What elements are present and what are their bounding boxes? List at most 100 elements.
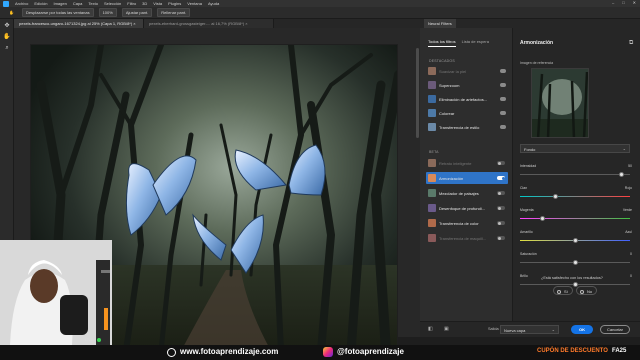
slider-track[interactable] [520,216,630,221]
slider-value: Rojo [624,186,632,190]
filter-label: Transferencia de estilo [439,124,480,130]
filter-toggle[interactable] [497,161,505,165]
filter-thumbnail-icon [428,123,436,131]
tab-wait-list[interactable]: Lista de espera [462,39,489,47]
filter-thumbnail-icon [428,81,436,89]
cloud-download-icon[interactable] [500,83,506,87]
hand-tool-icon[interactable]: ✋ [3,34,11,41]
feedback-yes-label: Sí [564,288,568,294]
filter-toggle[interactable] [497,176,505,180]
live-indicator-icon [97,338,101,342]
filter-toggle[interactable] [497,236,505,240]
website-text: www.fotoaprendizaje.com [180,347,279,356]
menu-capa[interactable]: Capa [73,1,83,6]
menu-archivo[interactable]: Archivo [15,1,28,6]
filter-thumbnail-icon [428,159,436,167]
filter-row[interactable]: Transferencia de maquill... [426,232,508,244]
cloud-download-icon[interactable] [500,111,506,115]
live-label: LIVE [85,337,94,342]
cloud-download-icon[interactable] [500,97,506,101]
slider-knob[interactable] [539,216,545,221]
ok-button[interactable]: OK [571,325,593,334]
cloud-download-icon[interactable] [500,125,506,129]
hand-tool-icon[interactable]: ✋ [6,9,17,16]
menu-filtro[interactable]: Filtro [127,1,136,6]
layer-preview-icon[interactable]: ⧉ [629,40,633,47]
canvas-scrollbar[interactable] [416,48,419,138]
zoom-100-button[interactable]: 100% [98,8,117,17]
slider-knob[interactable] [572,238,578,243]
tab-all-filters[interactable]: Todos los filtros [428,39,456,47]
menu-3d[interactable]: 3D [142,1,147,6]
slider-label: Brillo [520,274,528,278]
filter-thumbnail-icon [428,67,436,75]
slider-label: Saturación [520,252,537,256]
filter-row[interactable]: Eliminación de artefactos... [426,93,508,105]
filter-thumbnail-icon [428,219,436,227]
filters-list-panel: Todos los filtros Lista de espera DESTAC… [420,28,513,337]
minimize-icon[interactable]: – [612,0,614,5]
scroll-all-windows-checkbox[interactable]: Desplazarse por todas las ventanas [21,8,94,17]
menu-texto[interactable]: Texto [88,1,98,6]
output-select[interactable]: Nueva capa ⌄ [500,325,559,334]
radio-icon [580,289,584,294]
tab-document-2[interactable]: pexels-eberhard-grossgasteiger-... al 16… [144,19,274,28]
filter-label: Colorear [439,110,455,116]
move-tool-icon[interactable]: ✥ [3,23,11,30]
tab-document-1[interactable]: pexels-francesco-ungaro-1671324.jpg al 2… [14,19,144,28]
compare-view-icon[interactable]: ◧ [428,326,433,332]
slider-knob[interactable] [552,194,558,199]
filter-label: Transferencia de maquill... [439,235,486,241]
slider-knob[interactable] [618,172,624,177]
filter-row[interactable]: Transferencia de color [426,217,508,229]
filter-row[interactable]: Armonización [426,172,508,184]
menu-plugins[interactable]: Plugins [168,1,181,6]
filter-toggle[interactable] [497,221,505,225]
filter-row[interactable]: Superzoom [426,79,508,91]
menu-ventana[interactable]: Ventana [187,1,202,6]
slider-track[interactable] [520,282,630,287]
slider-track[interactable] [520,260,630,265]
menu-seleccion[interactable]: Selección [104,1,121,6]
filter-label: Mezclador de paisajes [439,190,479,196]
slider-label: Amarillo [520,230,533,234]
layer-mask-icon[interactable]: ▣ [444,326,449,332]
menu-vista[interactable]: Vista [153,1,162,6]
filter-row[interactable]: Mezclador de paisajes [426,187,508,199]
filter-thumbnail-icon [428,204,436,212]
close-icon[interactable]: ✕ [633,0,636,5]
filter-row[interactable]: Transferencia de estilo [426,121,508,133]
slider-track[interactable] [520,172,630,177]
filter-row[interactable]: Retrato inteligente [426,157,508,169]
reference-layer-select[interactable]: Fondo ⌄ [520,144,630,153]
filter-toggle[interactable] [497,191,505,195]
slider-label: Magenta [520,208,534,212]
zoom-tool-icon[interactable]: ⌕ [3,45,11,52]
feedback-yes-button[interactable]: Sí [553,286,573,295]
output-value: Nueva capa [504,327,526,333]
fill-screen-button[interactable]: Rellenar pant. [157,8,191,17]
filter-row[interactable]: Desenfoque de profundi... [426,202,508,214]
slider-track[interactable] [520,194,630,199]
fit-screen-button[interactable]: Ajustar pant. [121,8,153,17]
options-bar: ✋ Desplazarse por todas las ventanas 100… [0,7,640,19]
cancel-button[interactable]: Cancelar [600,325,630,334]
cloud-download-icon[interactable] [500,69,506,73]
filter-toggle[interactable] [497,206,505,210]
slider-knob[interactable] [572,260,578,265]
reference-forest-image [532,69,588,137]
menu-ayuda[interactable]: Ayuda [208,1,219,6]
filter-row[interactable]: Colorear [426,107,508,119]
filter-label: Armonización [439,175,464,181]
reference-image-label: Imagen de referencia [520,61,554,65]
filter-label: Transferencia de color [439,220,479,226]
menu-edicion[interactable]: Edición [34,1,47,6]
filter-label: Suavizar la piel [439,68,467,74]
feedback-no-button[interactable]: No [576,286,598,295]
slider-track[interactable] [520,238,630,243]
filter-thumbnail-icon [428,95,436,103]
neural-filters-tab[interactable]: Neural Filters [424,19,456,28]
filter-row[interactable]: Suavizar la piel [426,65,508,77]
menu-imagen[interactable]: Imagen [53,1,66,6]
maximize-icon[interactable]: □ [622,0,624,5]
